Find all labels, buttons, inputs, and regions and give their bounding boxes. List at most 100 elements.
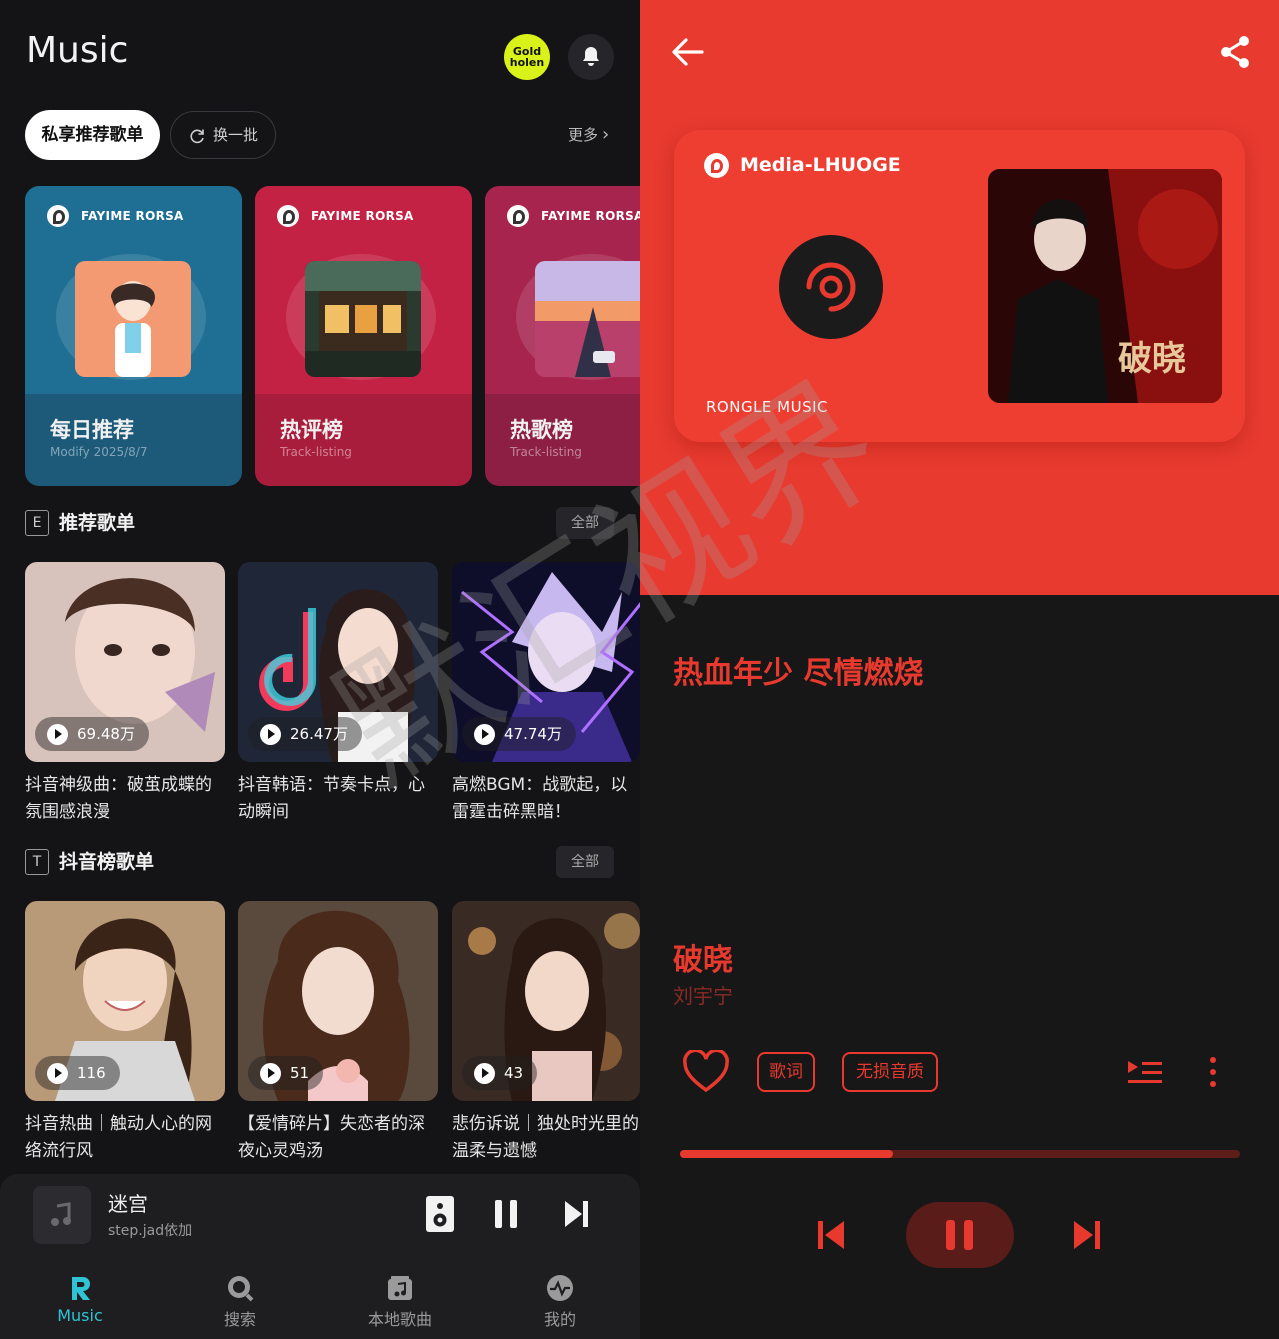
next-track-icon[interactable] [562,1198,592,1230]
music-note-icon [51,1202,71,1226]
play-icon [260,1063,281,1084]
nav-item-search[interactable]: 搜索 [190,1258,290,1339]
notification-button[interactable] [568,34,614,80]
mini-player[interactable]: 迷宫 step.jad依加 [0,1174,640,1258]
next-track-icon[interactable] [1072,1218,1102,1252]
search-icon [228,1276,254,1302]
r-logo-icon [47,205,69,227]
mini-player-artist: step.jad依加 [108,1223,193,1239]
now-playing-screen: Media-LHUOGE RONGLE MUSIC 破晓 热血年少 尽情燃烧 破… [640,0,1279,1339]
media-footer: RONGLE MUSIC [706,398,829,416]
app-title: Music [26,30,129,71]
play-count: 26.47万 [248,717,362,751]
playlist-title[interactable]: 【爱情碎片】失恋者的深夜心灵鸡汤 [238,1111,438,1165]
play-icon [260,724,281,745]
r-logo-icon [507,205,529,227]
nav-item-profile[interactable]: 我的 [510,1258,610,1339]
nav-label: 我的 [543,1310,576,1329]
lyric-slogan: 热血年少 尽情燃烧 [673,656,924,691]
music-home-screen: Music Gold holen 私享推荐歌单 换一批 更多 › FAYIME RO… [0,0,640,1339]
album-art-text: 破晓 [1118,339,1186,379]
bottom-nav: Music 搜索 本地歌曲 我的 [0,1258,640,1339]
playlist-title[interactable]: 抖音热曲｜触动人心的网络流行风 [25,1111,225,1165]
r-logo-icon [277,205,299,227]
heart-icon[interactable] [682,1050,730,1094]
refresh-button[interactable]: 换一批 [170,111,276,159]
play-icon [474,1063,495,1084]
back-arrow-icon[interactable] [670,34,706,70]
playlist-title[interactable]: 抖音韩语：节奏卡点，心动瞬间 [238,772,438,826]
lyrics-button[interactable]: 歌词 [757,1052,815,1092]
featured-title: 热评榜 [280,418,343,442]
play-count: 43 [462,1056,538,1090]
featured-brand: FAYIME RORSA [507,205,640,227]
pause-icon [946,1220,973,1250]
playlist-title[interactable]: 悲伤诉说｜独处时光里的温柔与遗憾 [452,1111,640,1165]
playlist-cover[interactable]: 69.48万 [25,562,225,762]
featured-subtitle: Track-listing [510,445,582,459]
featured-card-hot-comments[interactable]: FAYIME RORSA 热评榜 Track-listing [255,186,472,486]
playlist-cover[interactable]: 51 [238,901,438,1101]
nav-item-local-songs[interactable]: 本地歌曲 [350,1258,450,1339]
featured-card-hot-songs[interactable]: FAYIME RORSA 热歌榜 Track-listing [485,186,640,486]
play-pause-button[interactable] [906,1202,1014,1268]
playlist-title[interactable]: 高燃BGM：战歌起，以雷霆击碎黑暗！ [452,772,640,826]
progress-fill [680,1150,893,1158]
section-t-icon: T [25,849,49,875]
more-link[interactable]: 更多 › [568,124,609,145]
pulse-icon [547,1275,573,1301]
play-count: 51 [248,1056,324,1090]
featured-title: 热歌榜 [510,418,573,442]
featured-cover [535,261,640,377]
more-vertical-icon[interactable] [1208,1056,1218,1088]
featured-subtitle: Track-listing [280,445,352,459]
section-e-icon: E [25,510,49,536]
r-logo-icon [704,153,729,178]
featured-title: 每日推荐 [50,418,134,442]
media-card: Media-LHUOGE RONGLE MUSIC 破晓 [674,130,1245,442]
tab-private-playlists[interactable]: 私享推荐歌单 [25,110,160,160]
progress-bar[interactable] [680,1150,1240,1158]
featured-cover [75,261,191,377]
playlist-title[interactable]: 抖音神级曲：破茧成蝶的氛围感浪漫 [25,772,225,826]
disc-icon [779,235,883,339]
play-count: 116 [35,1056,120,1090]
more-label: 更多 [568,126,599,144]
play-icon [474,724,495,745]
featured-cover [305,261,421,377]
playlist-cover[interactable]: 116 [25,901,225,1101]
mini-player-title: 迷宫 [108,1192,148,1216]
play-icon [47,724,68,745]
speaker-icon[interactable] [425,1194,455,1234]
nav-item-music[interactable]: Music [30,1258,130,1339]
section-title: 推荐歌单 [59,512,136,534]
gold-holen-badge[interactable]: Gold holen [504,34,550,80]
nav-label: Music [57,1306,103,1325]
playlist-cover[interactable]: 26.47万 [238,562,438,762]
previous-track-icon[interactable] [816,1218,846,1252]
refresh-icon [190,129,204,144]
featured-card-daily[interactable]: FAYIME RORSA 每日推荐 Modify 2025/8/7 [25,186,242,486]
r-logo-icon [72,1277,90,1300]
playlist-queue-icon[interactable] [1126,1058,1164,1088]
playlist-cover[interactable]: 43 [452,901,640,1101]
song-title: 破晓 [673,943,733,978]
nav-label: 搜索 [223,1310,256,1329]
featured-brand: FAYIME RORSA [47,205,184,227]
nav-label: 本地歌曲 [367,1310,432,1329]
lossless-quality-button[interactable]: 无损音质 [842,1052,938,1092]
featured-subtitle: Modify 2025/8/7 [50,445,148,459]
media-brand: Media-LHUOGE [704,152,901,178]
view-all-douyin-button[interactable]: 全部 [556,846,614,878]
pause-icon[interactable] [492,1198,522,1230]
section-title: 抖音榜歌单 [59,851,155,873]
featured-brand: FAYIME RORSA [277,205,414,227]
play-count: 69.48万 [35,717,149,751]
share-icon[interactable] [1218,34,1252,70]
playlist-cover[interactable]: 47.74万 [452,562,640,762]
song-artist[interactable]: 刘宇宁 [673,980,733,1009]
refresh-label: 换一批 [213,126,259,144]
chevron-right-icon: › [602,124,610,145]
music-folder-icon [388,1276,412,1300]
view-all-recommended-button[interactable]: 全部 [556,507,614,539]
